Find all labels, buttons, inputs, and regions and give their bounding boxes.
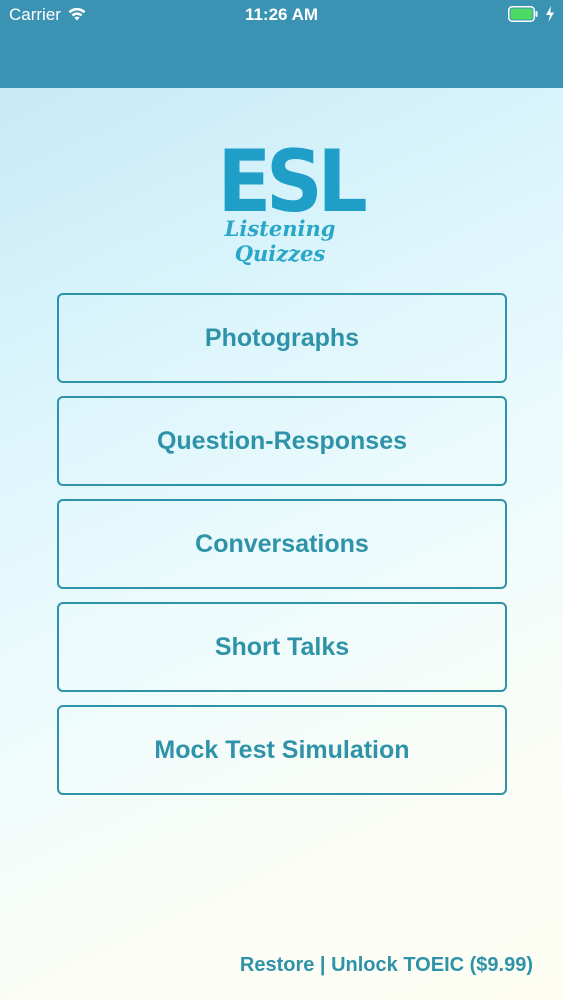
conversations-button[interactable]: Conversations (57, 499, 507, 589)
quiz-menu: Photographs Question-Responses Conversat… (57, 293, 507, 808)
question-responses-button[interactable]: Question-Responses (57, 396, 507, 486)
app-logo: ESL Listening Quizzes (192, 132, 368, 266)
footer-separator: | (314, 954, 332, 976)
app-screen: Carrier 11:26 AM ESL Listening Quizzes P… (0, 0, 563, 1000)
battery-icon (508, 6, 538, 22)
footer-links: Restore | Unlock TOEIC ($9.99) (240, 954, 533, 977)
unlock-toeic-link[interactable]: Unlock TOEIC ($9.99) (331, 954, 533, 976)
status-time: 11:26 AM (244, 5, 319, 24)
logo-subtitle: Listening Quizzes (224, 216, 336, 266)
logo-title: ESL (217, 132, 367, 232)
short-talks-button[interactable]: Short Talks (57, 602, 507, 692)
mock-test-simulation-button[interactable]: Mock Test Simulation (57, 705, 507, 795)
restore-link[interactable]: Restore (240, 954, 314, 976)
photographs-button[interactable]: Photographs (57, 293, 507, 383)
status-bar: Carrier 11:26 AM (0, 0, 563, 30)
charging-bolt-icon (546, 6, 554, 22)
